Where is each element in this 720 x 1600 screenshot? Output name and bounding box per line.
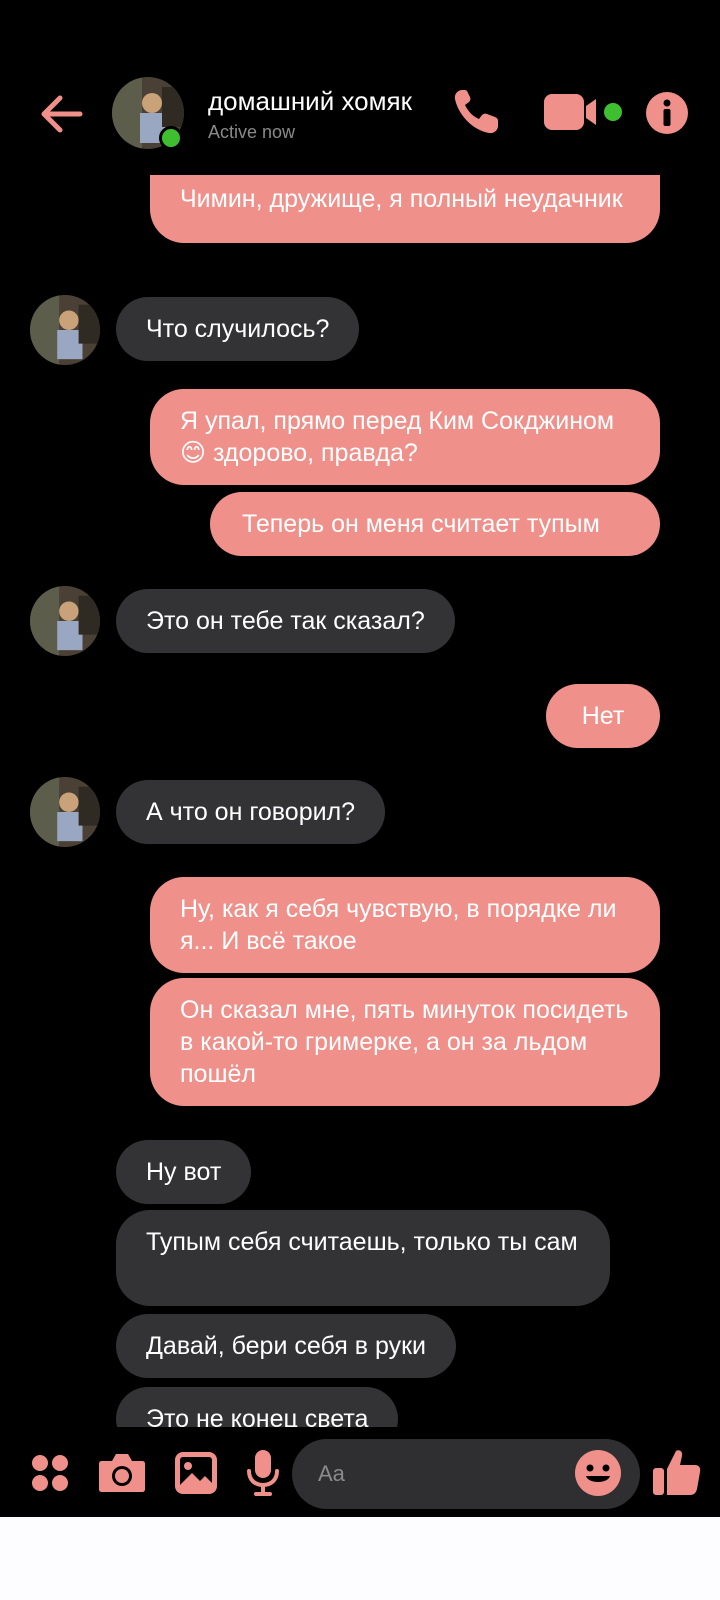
thumbs-up-icon[interactable] bbox=[652, 1447, 702, 1497]
chat-header: домашний хомяк Active now bbox=[0, 60, 720, 170]
outgoing-message[interactable]: Он сказал мне, пять минуток посидеть в к… bbox=[150, 978, 660, 1106]
contact-avatar-small[interactable] bbox=[30, 586, 100, 656]
message-list[interactable]: Чимин, дружище, я полный неудачник Что с… bbox=[0, 175, 720, 1427]
message-input-placeholder: Aa bbox=[318, 1461, 345, 1486]
gallery-icon[interactable] bbox=[174, 1451, 218, 1495]
message-input[interactable]: Aa bbox=[292, 1439, 640, 1509]
incoming-message[interactable]: Давай, бери себя в руки bbox=[116, 1314, 456, 1378]
contact-name[interactable]: домашний хомяк bbox=[208, 86, 412, 117]
camera-icon[interactable] bbox=[98, 1451, 146, 1493]
smiling-emoji: 😊 bbox=[180, 439, 207, 467]
video-active-indicator bbox=[604, 103, 622, 121]
microphone-icon[interactable] bbox=[246, 1449, 280, 1497]
video-camera-icon[interactable] bbox=[544, 92, 606, 132]
info-icon[interactable] bbox=[645, 91, 689, 135]
incoming-message[interactable]: Это не конец света bbox=[116, 1387, 399, 1427]
outgoing-message[interactable]: Ну, как я себя чувствую, в порядке ли я.… bbox=[150, 877, 660, 973]
contact-status: Active now bbox=[208, 122, 296, 142]
contact-avatar-small[interactable] bbox=[30, 777, 100, 847]
back-arrow-icon[interactable] bbox=[36, 88, 88, 140]
message-text: здорово, правда? bbox=[213, 439, 418, 467]
outgoing-message[interactable]: Чимин, дружище, я полный неудачник bbox=[150, 175, 660, 243]
online-indicator bbox=[159, 126, 183, 150]
apps-grid-icon[interactable] bbox=[30, 1453, 70, 1493]
incoming-message[interactable]: А что он говорил? bbox=[116, 780, 386, 844]
outgoing-message[interactable]: Я упал, прямо перед Ким Сокджином 😊 здор… bbox=[150, 389, 660, 485]
emoji-icon[interactable] bbox=[574, 1449, 622, 1497]
outgoing-message[interactable]: Нет bbox=[546, 684, 660, 748]
incoming-message[interactable]: Ну вот bbox=[116, 1140, 252, 1204]
incoming-message[interactable]: Что случилось? bbox=[116, 297, 360, 361]
incoming-message[interactable]: Тупым себя считаешь, только ты сам bbox=[116, 1210, 610, 1306]
incoming-message[interactable]: Это он тебе так сказал? bbox=[116, 589, 455, 653]
system-navigation-area bbox=[0, 1517, 720, 1600]
message-composer: Aa bbox=[0, 1427, 720, 1517]
phone-icon[interactable] bbox=[450, 86, 502, 138]
message-text: Я упал, прямо перед Ким Сокджином bbox=[180, 407, 615, 435]
contact-avatar-small[interactable] bbox=[30, 295, 100, 365]
outgoing-message[interactable]: Теперь он меня считает тупым bbox=[210, 492, 660, 556]
